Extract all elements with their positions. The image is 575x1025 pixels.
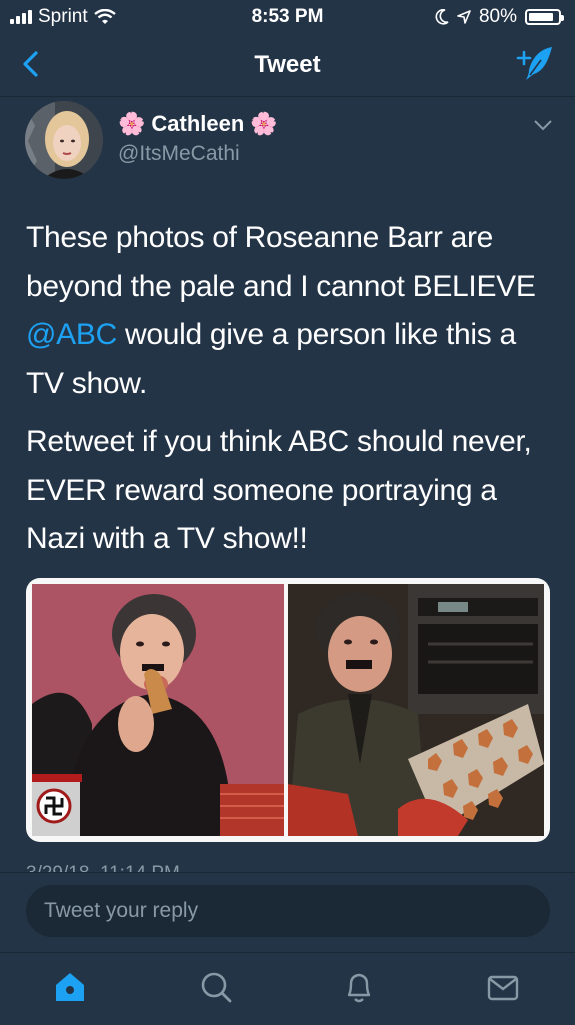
tweet-paragraph-2: Retweet if you think ABC should never, E… (26, 425, 532, 555)
tweet-media[interactable] (26, 578, 550, 842)
moon-icon (435, 9, 449, 25)
avatar[interactable] (25, 101, 103, 179)
messages-icon[interactable] (483, 967, 523, 1007)
battery-icon (525, 9, 564, 25)
flower-emoji-right: 🌸 (250, 111, 278, 136)
tweet-text: These photos of Roseanne Barr are beyond… (26, 214, 556, 574)
home-icon[interactable] (50, 967, 90, 1007)
author-display-name: Cathleen (151, 111, 245, 136)
tweet-text-part-1: These photos of Roseanne Barr are beyond… (26, 221, 536, 303)
battery-percent: 80% (478, 6, 517, 27)
page-title: Tweet (254, 51, 321, 78)
location-icon (457, 10, 471, 24)
author-name[interactable]: 🌸 Cathleen 🌸 (118, 111, 278, 137)
reply-bar: Tweet your reply (0, 872, 575, 953)
nav-bar: Tweet (0, 34, 575, 97)
compose-tweet-icon[interactable] (515, 44, 555, 84)
chevron-down-icon[interactable] (533, 118, 553, 132)
notifications-icon[interactable] (339, 967, 379, 1007)
search-icon[interactable] (196, 967, 236, 1007)
status-right: 80% (435, 6, 564, 28)
status-bar: Sprint 8:53 PM 80% (0, 0, 575, 34)
author-handle[interactable]: @ItsMeCathi (118, 142, 240, 166)
tweet-paragraph-1: These photos of Roseanne Barr are beyond… (26, 214, 556, 408)
reply-input[interactable]: Tweet your reply (26, 885, 550, 937)
media-photo-right[interactable] (288, 584, 544, 836)
media-photo-left[interactable] (32, 584, 284, 836)
mention-link[interactable]: @ABC (26, 318, 117, 351)
flower-emoji-left: 🌸 (118, 111, 146, 136)
tab-bar (0, 952, 575, 1025)
